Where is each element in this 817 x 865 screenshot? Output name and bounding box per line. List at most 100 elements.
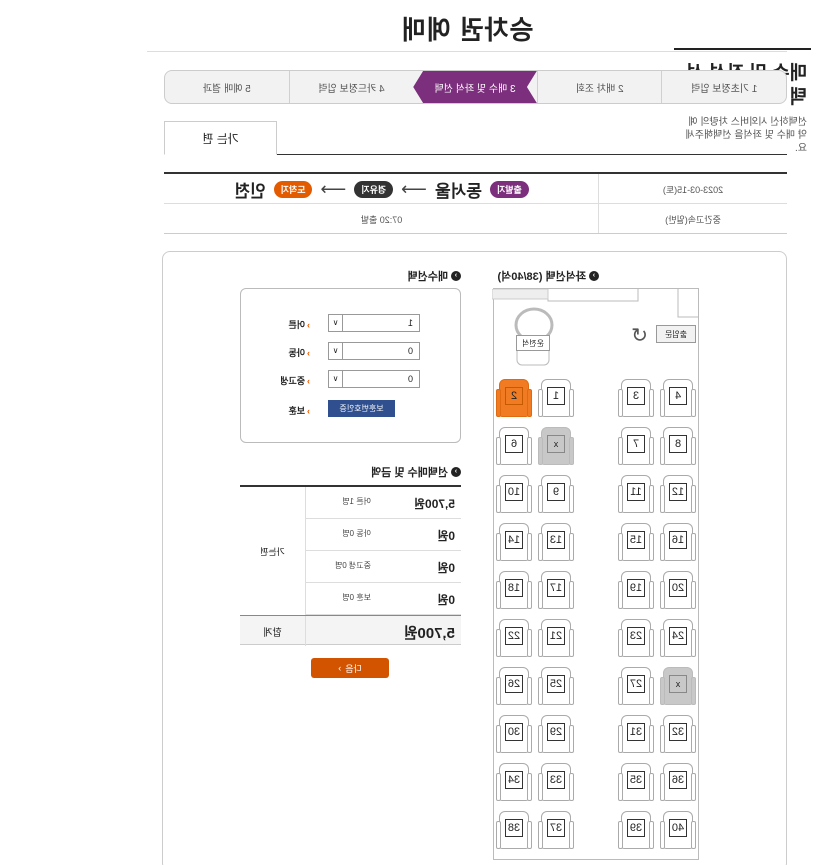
- seat-armrest: [618, 533, 623, 561]
- seat-number: 20: [669, 579, 687, 597]
- seat-armrest: [660, 437, 665, 465]
- seat-number: 29: [547, 723, 565, 741]
- seat-armrest: [569, 821, 574, 849]
- summary-total: 합계 5,700원: [240, 615, 461, 646]
- seat-5: x: [538, 427, 574, 467]
- seat-armrest: [538, 437, 543, 465]
- chevron-right-icon: ›: [589, 271, 599, 281]
- seat-6[interactable]: 6: [496, 427, 532, 467]
- seat-armrest: [691, 773, 696, 801]
- seat-40[interactable]: 40: [660, 811, 696, 851]
- bus-seat-map: 출입문 ↺ 운전석 1 2 3 4 x 6 7 8 9 10 11 12 13 14 15 16 17 18 19 2…: [492, 288, 699, 860]
- seat-36[interactable]: 36: [660, 763, 696, 803]
- seat-number: 14: [505, 531, 523, 549]
- tab-outbound[interactable]: 가는 편: [164, 121, 277, 155]
- seat-armrest: [527, 629, 532, 657]
- summary-row-amount: 0원: [437, 593, 455, 607]
- seat-32[interactable]: 32: [660, 715, 696, 755]
- seat-armrest: [649, 389, 654, 417]
- seat-33[interactable]: 33: [538, 763, 574, 803]
- seat-armrest: [569, 725, 574, 753]
- seat-armrest: [538, 485, 543, 513]
- seat-number: 4: [669, 387, 687, 405]
- seat-number: 34: [505, 771, 523, 789]
- seat-37[interactable]: 37: [538, 811, 574, 851]
- seat-21[interactable]: 21: [538, 619, 574, 659]
- seat-armrest: [569, 533, 574, 561]
- seat-35[interactable]: 35: [618, 763, 654, 803]
- step-3-active: 3 매수 및 좌석 선택: [413, 71, 537, 103]
- seat-armrest: [569, 581, 574, 609]
- seat-armrest: [496, 485, 501, 513]
- step-2: 2 배차 조회: [536, 71, 662, 103]
- seat-10[interactable]: 10: [496, 475, 532, 515]
- seat-34[interactable]: 34: [496, 763, 532, 803]
- seat-9[interactable]: 9: [538, 475, 574, 515]
- summary-row-amount: 0원: [437, 529, 455, 543]
- seat-28: x: [660, 667, 696, 707]
- seat-26[interactable]: 26: [496, 667, 532, 707]
- adult-count-select[interactable]: 1 ∨: [328, 314, 420, 332]
- seat-15[interactable]: 15: [618, 523, 654, 563]
- seat-30[interactable]: 30: [496, 715, 532, 755]
- seat-1[interactable]: 1: [538, 379, 574, 419]
- seat-20[interactable]: 20: [660, 571, 696, 611]
- side-description: 선택하신 시외버스 차량의 예약 매수 및 좌석을 선택해주세요.: [685, 117, 807, 154]
- seat-2[interactable]: 2: [496, 379, 532, 419]
- seat-number: 36: [669, 771, 687, 789]
- seat-armrest: [496, 677, 501, 705]
- departure-badge: 출발지: [489, 180, 529, 198]
- seat-armrest: [649, 725, 654, 753]
- seat-25[interactable]: 25: [538, 667, 574, 707]
- passenger-row-veteran: ›보훈 보훈번호인증: [241, 400, 460, 422]
- seat-4[interactable]: 4: [660, 379, 696, 419]
- seat-38[interactable]: 38: [496, 811, 532, 851]
- seat-39[interactable]: 39: [618, 811, 654, 851]
- seat-number: 11: [627, 483, 645, 501]
- next-button[interactable]: 다음 ›: [311, 658, 389, 678]
- seat-armrest: [660, 581, 665, 609]
- child-count-select[interactable]: 0 ∨: [328, 342, 420, 360]
- seat-27[interactable]: 27: [618, 667, 654, 707]
- seat-18[interactable]: 18: [496, 571, 532, 611]
- passenger-header: › 매수선택: [408, 268, 461, 284]
- veteran-label-text: 보훈: [288, 406, 305, 416]
- seat-24[interactable]: 24: [660, 619, 696, 659]
- seat-armrest: [649, 581, 654, 609]
- seat-23[interactable]: 23: [618, 619, 654, 659]
- route-date: 2023-03-15(토): [662, 184, 724, 195]
- seat-number: 37: [547, 819, 565, 837]
- side-divider: [674, 48, 811, 50]
- seat-armrest: [691, 485, 696, 513]
- seat-22[interactable]: 22: [496, 619, 532, 659]
- seat-31[interactable]: 31: [618, 715, 654, 755]
- student-label-text: 중고생: [280, 376, 305, 386]
- page-title: 승차권 예매: [400, 15, 534, 45]
- seat-armrest: [649, 629, 654, 657]
- seat-11[interactable]: 11: [618, 475, 654, 515]
- seat-7[interactable]: 7: [618, 427, 654, 467]
- seat-8[interactable]: 8: [660, 427, 696, 467]
- seat-14[interactable]: 14: [496, 523, 532, 563]
- seat-armrest: [496, 533, 501, 561]
- seat-29[interactable]: 29: [538, 715, 574, 755]
- seat-armrest: [527, 725, 532, 753]
- seat-16[interactable]: 16: [660, 523, 696, 563]
- summary-table: 가는편 어른 1명 5,700원 아동 0명 0원 중고생 0명 0원 보훈 0…: [240, 485, 461, 646]
- seat-19[interactable]: 19: [618, 571, 654, 611]
- summary-header-label: 선택매수 및 금액: [371, 467, 448, 479]
- chevron-right-icon: ›: [451, 271, 461, 281]
- step-5: 5 예매 결과: [202, 83, 251, 95]
- chevron-down-icon: ∨: [329, 315, 343, 331]
- seat-3[interactable]: 3: [618, 379, 654, 419]
- passenger-row-adult: ›어른 1 ∨: [241, 314, 460, 336]
- departure-time: 07:20 출발: [360, 214, 403, 225]
- student-count-select[interactable]: 0 ∨: [328, 370, 420, 388]
- veteran-verify-button[interactable]: 보훈번호인증: [328, 400, 395, 417]
- seat-armrest: [496, 821, 501, 849]
- summary-row: 어른 1명 5,700원: [306, 487, 461, 519]
- seat-17[interactable]: 17: [538, 571, 574, 611]
- seat-13[interactable]: 13: [538, 523, 574, 563]
- seat-armrest: [538, 533, 543, 561]
- seat-12[interactable]: 12: [660, 475, 696, 515]
